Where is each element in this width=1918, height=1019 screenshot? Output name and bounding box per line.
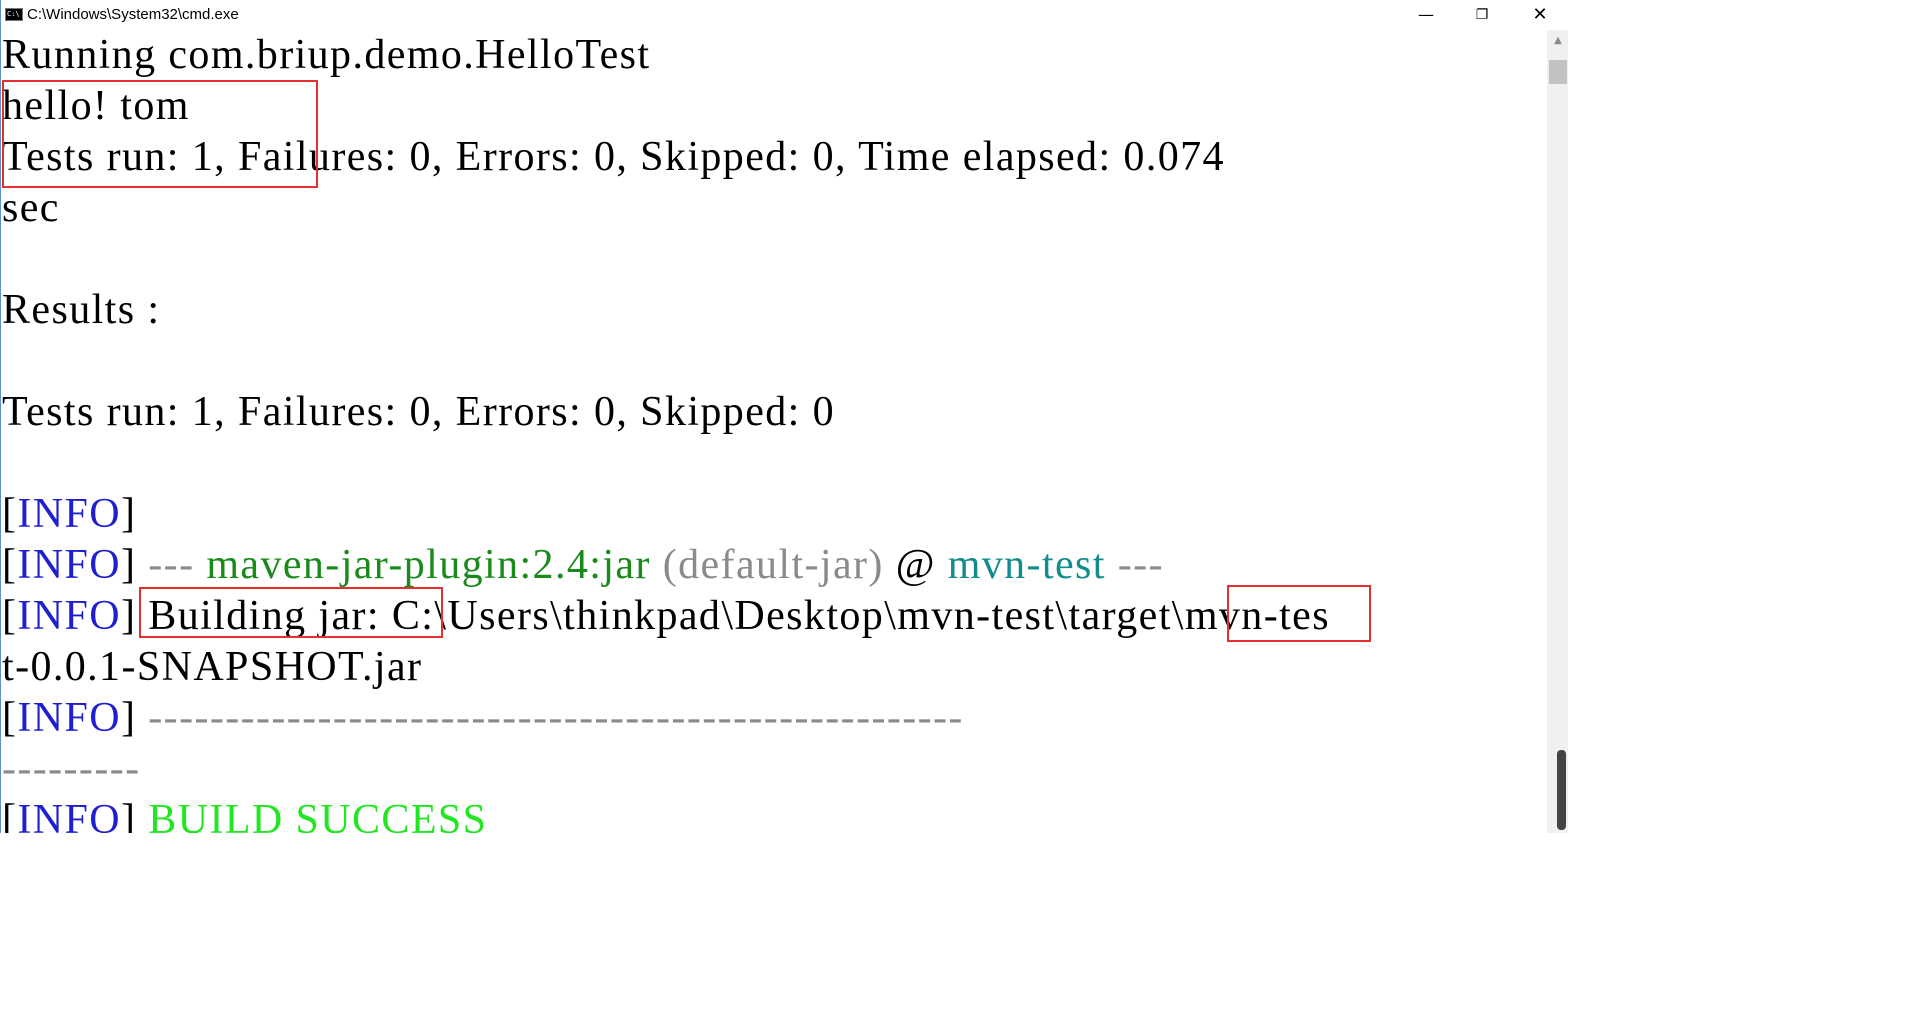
console-line-tests-run-elapsed: Tests run: 1, Failures: 0, Errors: 0, Sk… bbox=[2, 134, 1225, 180]
console-line-hello: hello! tom bbox=[2, 83, 190, 129]
cmd-window: C:\ C:\Windows\System32\cmd.exe — ❐ ✕ Ru… bbox=[0, 0, 1568, 833]
console-line-info-building-jar: [INFO] Building jar: C:\Users\thinkpad\D… bbox=[2, 591, 1330, 642]
info-tag: INFO bbox=[17, 797, 121, 833]
building-jar-label: Building jar: bbox=[148, 593, 380, 639]
console-line-info-empty: [INFO] bbox=[2, 489, 136, 540]
plugin-execution: (default-jar) bbox=[650, 542, 884, 588]
scroll-up-arrow-icon[interactable]: ▲ bbox=[1547, 30, 1568, 52]
console-line-info-plugin: [INFO] --- maven-jar-plugin:2.4:jar (def… bbox=[2, 540, 1164, 591]
info-tag: INFO bbox=[17, 542, 121, 588]
info-bracket-close: ] bbox=[121, 695, 149, 741]
console-line-rule-wrap: --------- bbox=[2, 746, 141, 792]
plugin-dashes-open: --- bbox=[148, 542, 207, 588]
plugin-project: mvn-test bbox=[947, 542, 1106, 588]
console-line-tests-summary: Tests run: 1, Failures: 0, Errors: 0, Sk… bbox=[2, 389, 836, 435]
separator-rule: ----------------------------------------… bbox=[148, 695, 964, 741]
console-line-results: Results : bbox=[2, 287, 161, 333]
console-output[interactable]: Running com.briup.demo.HelloTest hello! … bbox=[2, 30, 1547, 833]
jar-path-start: C:\Users\thinkpad\Desktop\mvn-test\ bbox=[379, 593, 1069, 639]
minimize-button[interactable]: — bbox=[1397, 0, 1455, 30]
console-line-build-success: [INFO] BUILD SUCCESS bbox=[2, 795, 487, 833]
console-line-sec: sec bbox=[2, 185, 60, 231]
info-bracket-open: [ bbox=[2, 542, 18, 588]
console-line-jar-filename: t-0.0.1-SNAPSHOT.jar bbox=[2, 644, 423, 690]
window-title: C:\Windows\System32\cmd.exe bbox=[27, 6, 239, 23]
info-bracket-close: ] bbox=[121, 797, 149, 833]
info-tag: INFO bbox=[17, 491, 121, 537]
info-bracket-open: [ bbox=[2, 695, 18, 741]
scrollbar-track-thumb[interactable] bbox=[1549, 60, 1567, 84]
info-bracket-close: ] bbox=[121, 593, 149, 639]
cmd-icon: C:\ bbox=[5, 8, 23, 21]
info-bracket-open: [ bbox=[2, 593, 18, 639]
info-bracket-close: ] bbox=[121, 542, 149, 588]
info-bracket-open: [ bbox=[2, 491, 18, 537]
info-tag: INFO bbox=[17, 593, 121, 639]
info-tag: INFO bbox=[17, 695, 121, 741]
console-line-running: Running com.briup.demo.HelloTest bbox=[2, 32, 651, 78]
build-success-status: BUILD SUCCESS bbox=[148, 797, 488, 833]
restore-button[interactable]: ❐ bbox=[1453, 0, 1511, 30]
scrollbar-position-indicator[interactable] bbox=[1557, 750, 1566, 830]
info-bracket-open: [ bbox=[2, 797, 18, 833]
plugin-dashes-close: --- bbox=[1105, 542, 1164, 588]
jar-path-target: target bbox=[1068, 593, 1172, 639]
vertical-scrollbar[interactable]: ▲ bbox=[1547, 30, 1568, 833]
plugin-goal: maven-jar-plugin:2.4:jar bbox=[206, 542, 651, 588]
close-button[interactable]: ✕ bbox=[1511, 0, 1568, 30]
plugin-at: @ bbox=[883, 542, 948, 588]
title-bar[interactable]: C:\ C:\Windows\System32\cmd.exe — ❐ ✕ bbox=[1, 0, 1568, 30]
jar-path-end: \mvn-tes bbox=[1171, 593, 1330, 639]
console-line-info-rule: [INFO] ---------------------------------… bbox=[2, 693, 964, 744]
info-bracket-close: ] bbox=[121, 491, 137, 537]
